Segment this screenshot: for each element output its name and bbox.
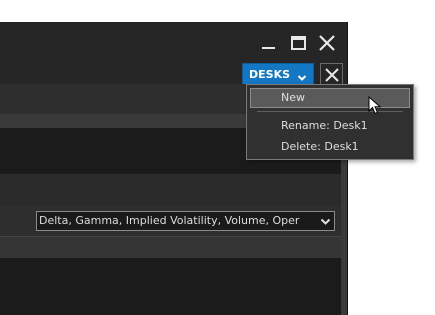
panel-row — [0, 174, 341, 206]
columns-select-value: Delta, Gamma, Implied Volatility, Volume… — [39, 214, 300, 227]
menu-item-rename[interactable]: Rename: Desk1 — [250, 116, 410, 136]
menu-item-new[interactable]: New — [250, 88, 410, 108]
columns-select[interactable]: Delta, Gamma, Implied Volatility, Volume… — [36, 211, 335, 231]
close-icon — [325, 68, 339, 82]
close-icon[interactable] — [316, 32, 338, 54]
minimize-icon[interactable] — [258, 32, 280, 54]
maximize-icon[interactable] — [288, 32, 310, 54]
panel-content — [0, 258, 341, 315]
desks-button-label: DESKS — [249, 68, 291, 81]
menu-item-delete[interactable]: Delete: Desk1 — [250, 137, 410, 157]
panel-header — [0, 236, 341, 259]
title-bar: DESKS — [0, 22, 347, 85]
desks-menu: New Rename: Desk1 Delete: Desk1 — [246, 84, 414, 160]
app-window: DESKS Delta, Gamma, Implied Volatility, … — [0, 22, 348, 315]
mouse-pointer-icon — [368, 95, 382, 120]
chevron-down-icon — [320, 215, 331, 230]
close-desk-button[interactable] — [320, 63, 343, 85]
desks-button[interactable]: DESKS — [242, 63, 314, 85]
